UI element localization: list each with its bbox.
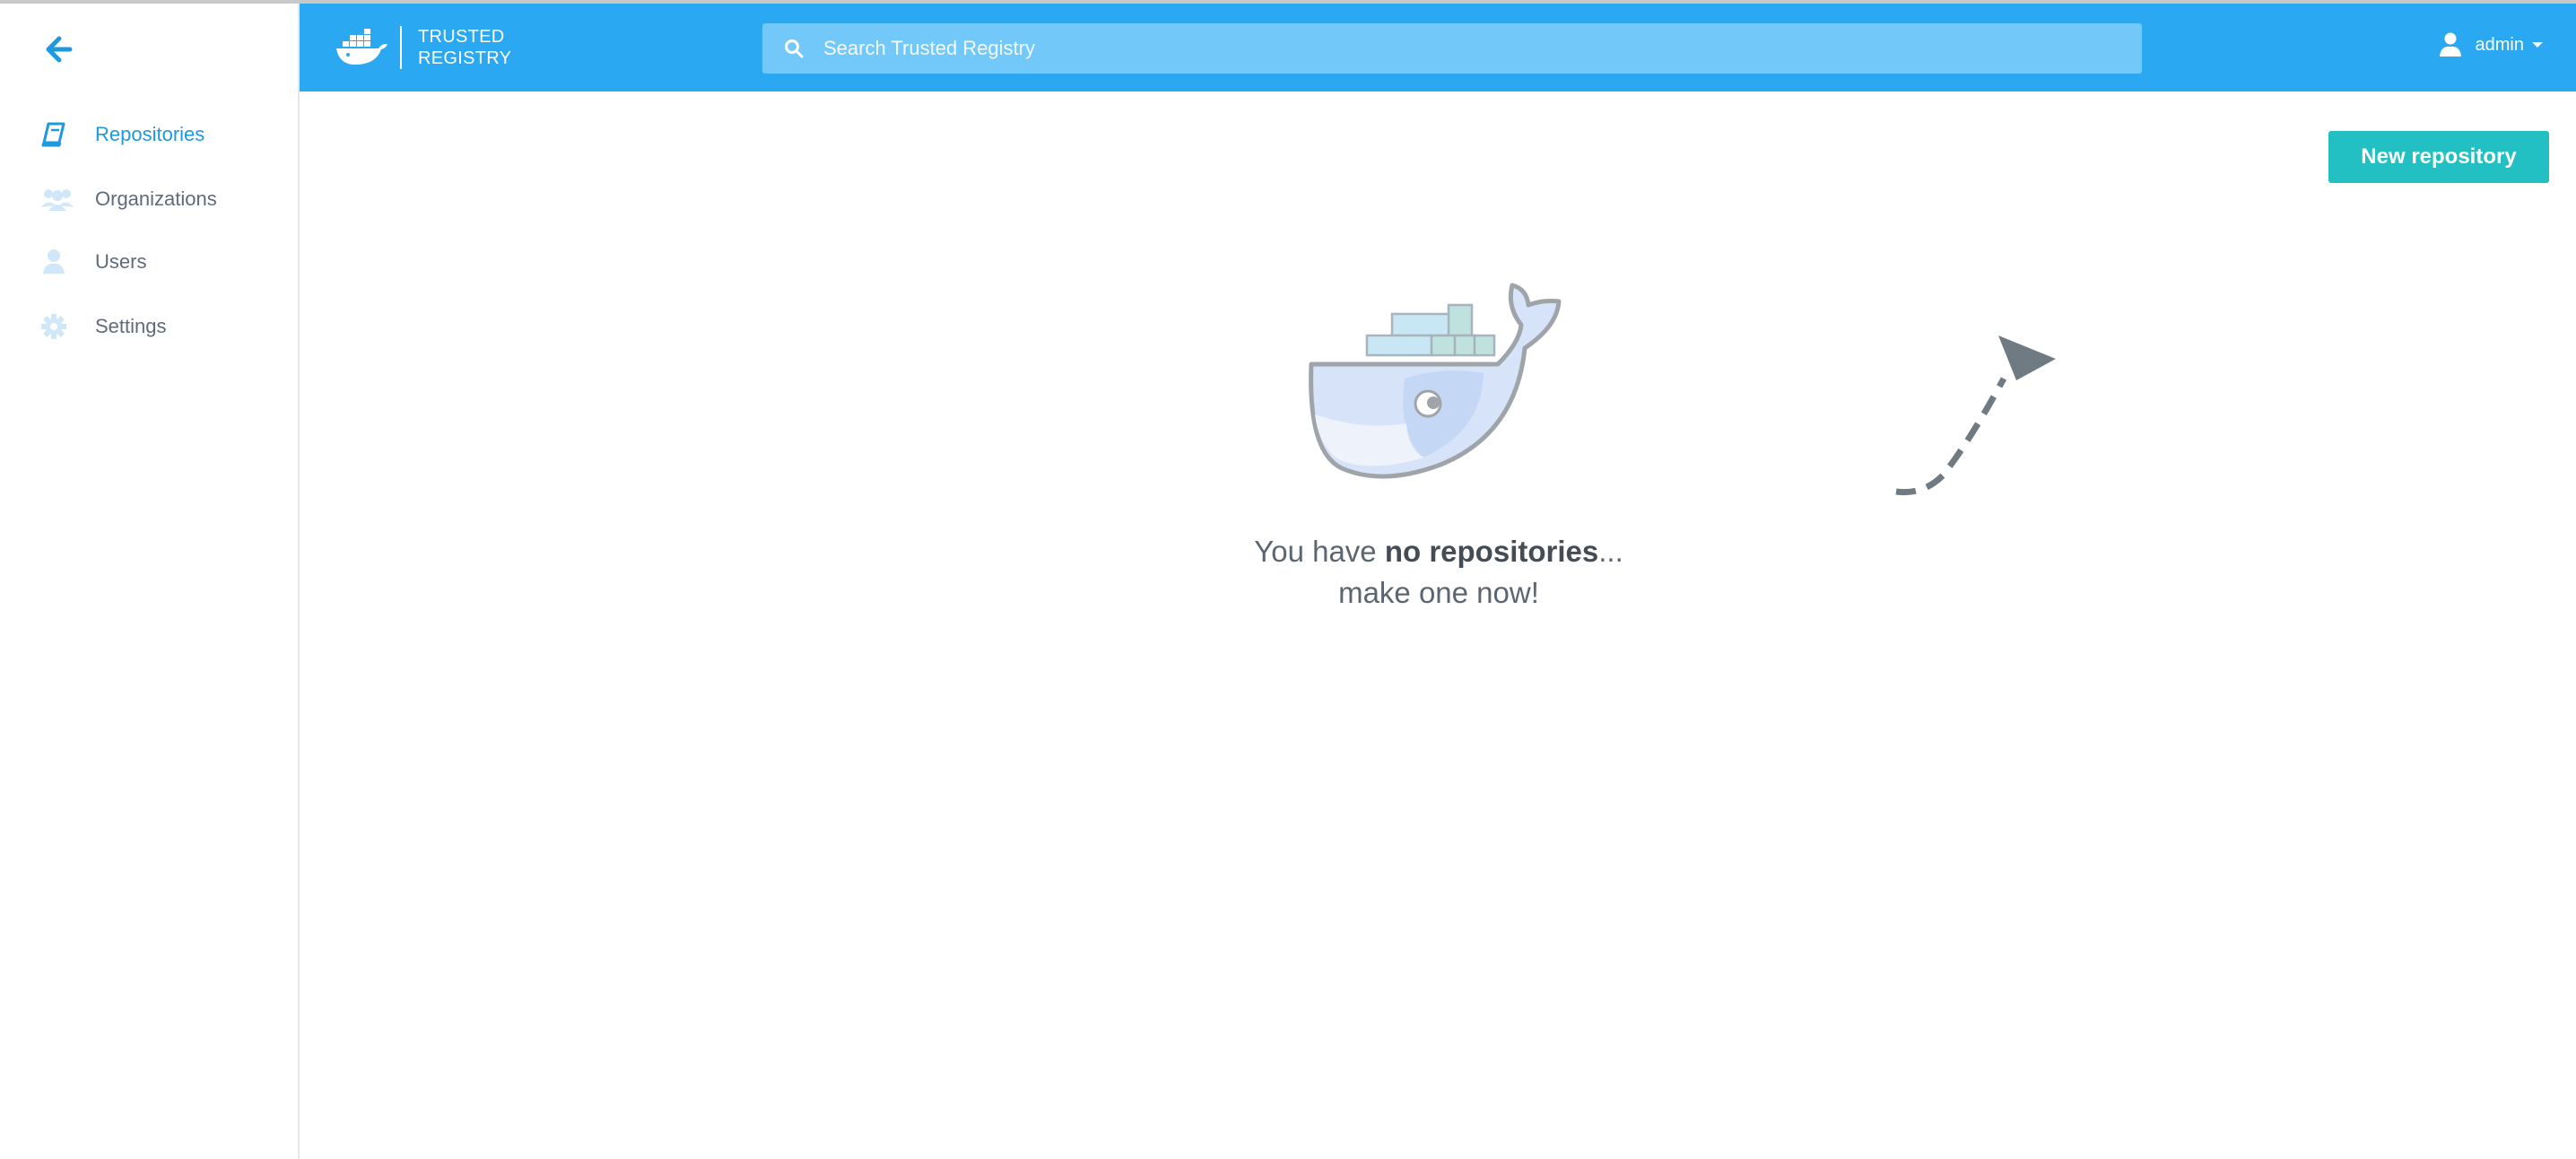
brand-logo[interactable]: TRUSTED REGISTRY (335, 22, 511, 74)
back-button[interactable] (43, 34, 74, 65)
sidebar-item-repositories[interactable]: Repositories (41, 117, 205, 152)
empty-state-line1: You have no repositories... (1254, 535, 1623, 568)
arrow-left-icon (46, 36, 73, 63)
brand-name: TRUSTED REGISTRY (418, 27, 512, 68)
user-menu[interactable]: admin (2439, 32, 2544, 57)
sidebar-item-organizations[interactable]: Organizations (41, 181, 217, 217)
sidebar-item-settings[interactable]: Settings (41, 309, 167, 344)
sidebar: Repositories Organizations Users Setting… (0, 4, 300, 1159)
username-label: admin (2475, 34, 2524, 55)
sidebar-item-label: Repositories (95, 123, 205, 145)
gear-icon (41, 312, 74, 341)
search-input[interactable] (822, 30, 2142, 67)
search-bar[interactable] (762, 23, 2142, 74)
empty-state-line2: make one now! (1338, 576, 1539, 609)
sidebar-item-label: Users (95, 250, 147, 273)
new-repository-button[interactable]: New repository (2328, 131, 2549, 183)
sidebar-item-label: Organizations (95, 187, 217, 210)
top-header: TRUSTED REGISTRY admin (300, 4, 2576, 92)
caret-down-icon (2532, 42, 2543, 48)
empty-state-message: You have no repositories... make one now… (1130, 531, 1747, 614)
sidebar-item-users[interactable]: Users (41, 244, 146, 280)
docker-whale-illustration (1309, 283, 1562, 479)
user-icon (41, 248, 74, 276)
users-group-icon (41, 185, 74, 214)
user-icon (2439, 32, 2461, 57)
book-icon (41, 120, 74, 149)
docker-whale-logo-icon (336, 29, 387, 65)
search-icon (785, 39, 804, 58)
sidebar-item-label: Settings (95, 315, 167, 337)
empty-state-emphasis: no repositories (1384, 535, 1599, 568)
brand-divider (400, 26, 402, 69)
dashed-arrow-illustration (1895, 336, 2056, 496)
